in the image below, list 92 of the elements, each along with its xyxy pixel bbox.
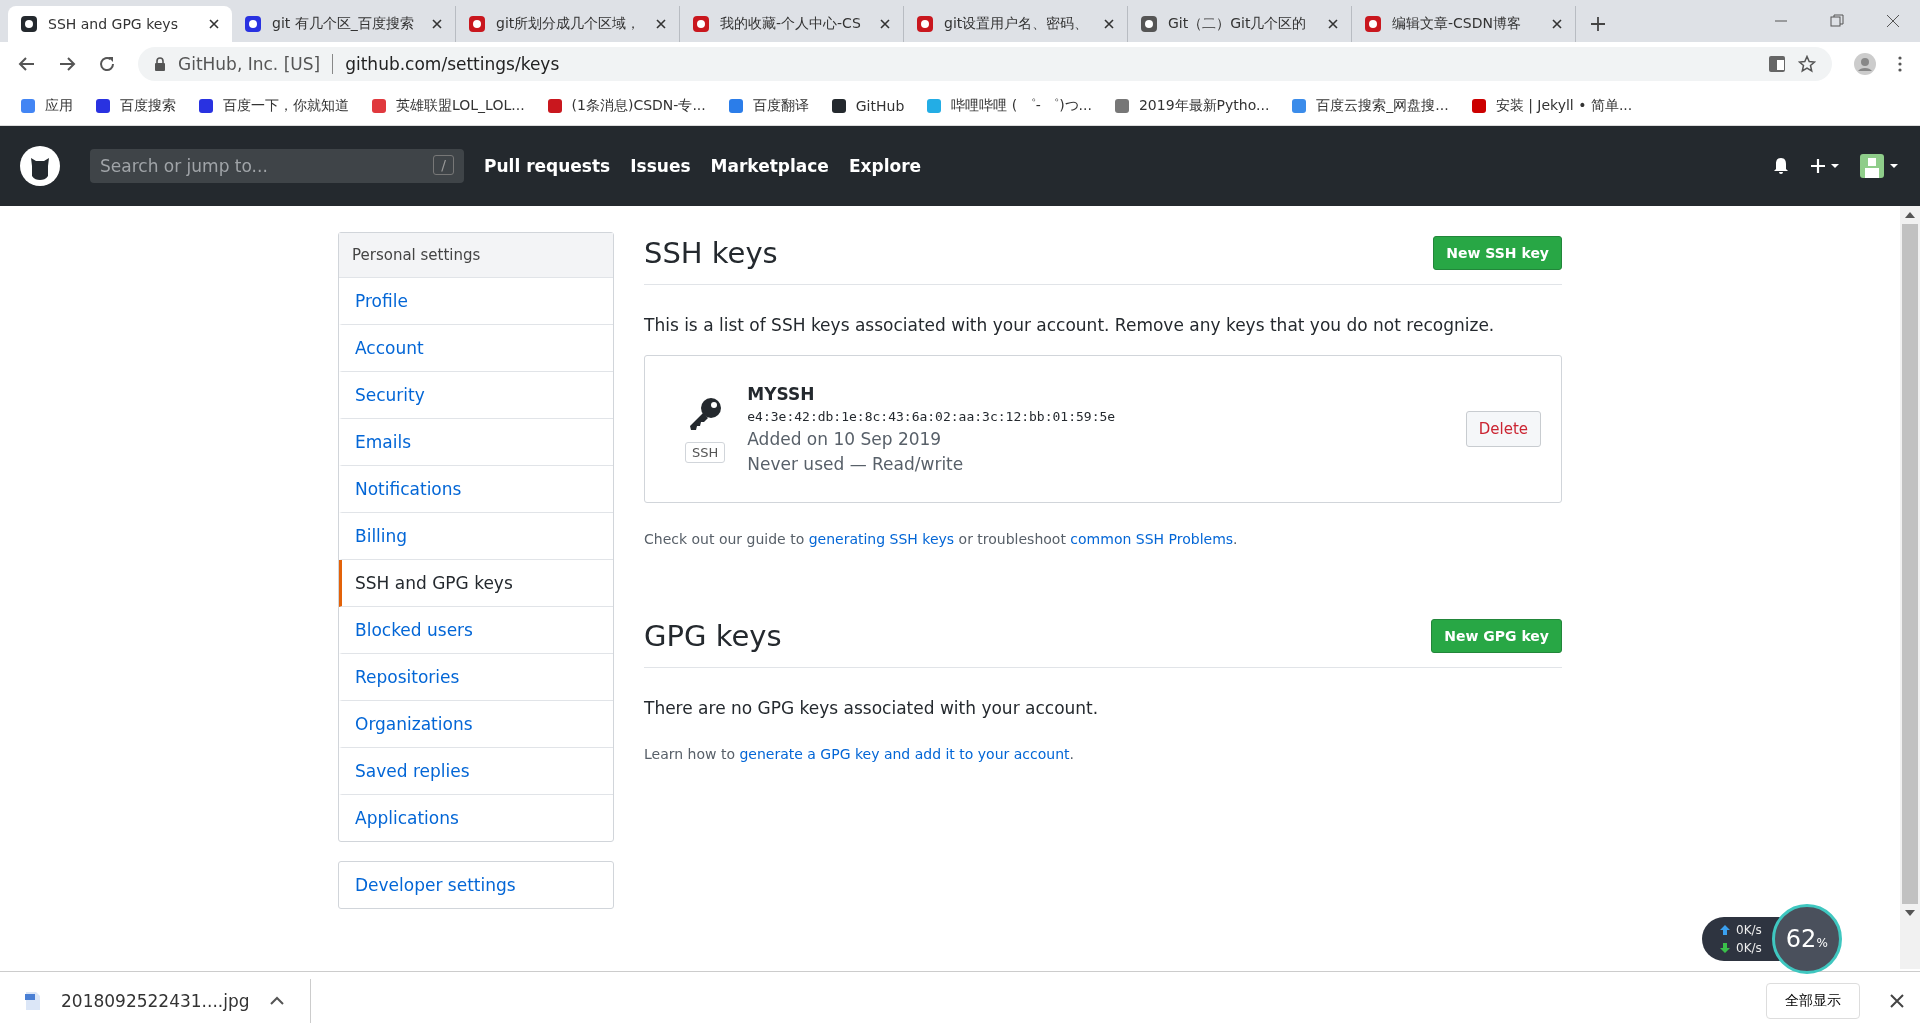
menu-item[interactable]: Applications	[339, 795, 613, 841]
menu-item[interactable]: Account	[339, 325, 613, 372]
bookmark[interactable]: 百度翻译	[727, 96, 809, 115]
download-speed: 0K/s	[1736, 941, 1762, 955]
bookmark[interactable]: 哔哩哔哩 ( ゜- ゜)つ...	[926, 96, 1092, 115]
key-title: MYSSH	[747, 384, 816, 404]
bookmark[interactable]: 百度一下，你就知道	[198, 96, 349, 115]
delete-button[interactable]: Delete	[1465, 411, 1541, 447]
nav-link[interactable]: Issues	[630, 156, 691, 176]
menu-heading: Personal settings	[339, 233, 613, 278]
menu-item[interactable]: Developer settings	[339, 862, 613, 908]
bookmark[interactable]: 2019年最新Pytho...	[1113, 96, 1270, 115]
nav-link[interactable]: Pull requests	[484, 156, 611, 176]
avatar-dropdown-icon[interactable]	[1860, 154, 1900, 178]
close-icon[interactable]	[431, 18, 443, 30]
help-text: Learn how to generate a GPG key and add it to your account.	[644, 746, 1075, 762]
section-title: GPG keys	[644, 619, 782, 653]
close-icon[interactable]	[655, 18, 667, 30]
menu-item[interactable]: Billing	[339, 513, 613, 560]
usage-percent: 62	[1785, 925, 1817, 953]
close-icon[interactable]	[1327, 18, 1339, 30]
close-icon[interactable]	[1551, 18, 1563, 30]
help-link[interactable]: generate a GPG key and add it to your account	[739, 746, 1070, 762]
menu-item[interactable]: Security	[339, 372, 613, 419]
more-icon[interactable]	[1898, 56, 1902, 72]
help-text: Check out our guide to generating SSH keys or troubleshoot common SSH Problems.	[644, 531, 1239, 547]
menu-item[interactable]: Repositories	[339, 654, 613, 701]
bookmark[interactable]: GitHub	[830, 97, 905, 114]
upload-speed: 0K/s	[1736, 923, 1762, 937]
scroll-down-icon[interactable]	[1905, 910, 1915, 916]
menu-item[interactable]: Blocked users	[339, 607, 613, 654]
site-info: GitHub, Inc. [US]	[178, 54, 321, 74]
fingerprint-text: e4:3e:42:db:1e:8c:43:6a:02:aa:3c:12:bb:01:59:5e	[747, 409, 1117, 424]
key-icon	[687, 395, 724, 432]
menu-item[interactable]: Profile	[339, 278, 613, 325]
added-date: Added on 10 Sep 2019	[747, 429, 943, 449]
close-icon[interactable]	[208, 18, 220, 30]
tab-title: git设置用户名、密码、	[944, 15, 1090, 33]
description-text: This is a list of SSH keys associated with your account. Remove any keys that you do not recognize.	[644, 315, 1496, 335]
nav-link[interactable]: Explore	[848, 156, 922, 176]
profile-icon[interactable]	[1854, 53, 1876, 75]
tab-title: 编辑文章-CSDN博客	[1392, 15, 1522, 33]
menu-item[interactable]: Notifications	[339, 466, 613, 513]
star-icon[interactable]	[1798, 55, 1816, 73]
address-bar[interactable]: GitHub, Inc. [US] github.com/settings/keys	[138, 47, 1832, 81]
bookmark[interactable]: 英雄联盟LOL_LOL...	[371, 96, 525, 115]
help-link[interactable]: generating SSH keys	[808, 531, 955, 547]
percent-sign: %	[1816, 936, 1828, 950]
lock-icon	[154, 57, 166, 71]
back-icon[interactable]	[18, 55, 36, 73]
key-type-label: SSH	[685, 441, 726, 463]
bookmark[interactable]: 百度云搜索_网盘搜...	[1291, 96, 1449, 115]
browser-tab[interactable]: SSH and GPG keys	[8, 6, 232, 42]
tab-title: 我的收藏-个人中心-CS	[720, 15, 862, 33]
scrollbar[interactable]	[1900, 206, 1920, 969]
menu-item[interactable]: Emails	[339, 419, 613, 466]
shortcut-key: /	[433, 155, 454, 175]
nav-link[interactable]: Marketplace	[710, 156, 829, 176]
close-icon[interactable]	[1890, 994, 1904, 1008]
menu-item[interactable]: SSH and GPG keys	[339, 560, 613, 607]
image-file-icon	[25, 991, 41, 1011]
download-item[interactable]: 2018092522431....jpg	[25, 979, 311, 1023]
download-arrow-icon	[1720, 943, 1730, 953]
close-icon[interactable]	[1886, 14, 1900, 28]
tab-title: git 有几个区_百度搜索	[272, 15, 415, 33]
bookmark[interactable]: 百度搜索	[95, 96, 176, 115]
empty-message: There are no GPG keys associated with your account.	[644, 698, 1100, 718]
bookmark[interactable]: 应用	[20, 96, 73, 115]
menu-item[interactable]: Organizations	[339, 701, 613, 748]
bookmark[interactable]: 安装 | Jekyll • 简单...	[1470, 96, 1633, 115]
restore-icon[interactable]	[1830, 14, 1844, 28]
url-text: github.com/settings/keys	[345, 54, 560, 74]
close-icon[interactable]	[1103, 18, 1115, 30]
github-logo-icon[interactable]	[20, 146, 60, 186]
tab-title: git所划分成几个区域，	[496, 15, 642, 33]
usage-text: Never used — Read/write	[747, 454, 965, 474]
scrollbar-thumb[interactable]	[1902, 224, 1918, 904]
scroll-up-icon[interactable]	[1905, 212, 1915, 218]
section-title: SSH keys	[644, 236, 778, 270]
tab-title: SSH and GPG keys	[48, 16, 179, 32]
new-tab-icon[interactable]	[1590, 16, 1606, 32]
reload-icon[interactable]	[98, 55, 116, 73]
show-all-button[interactable]: 全部显示	[1766, 983, 1860, 1019]
menu-item[interactable]: Saved replies	[339, 748, 613, 795]
forward-icon[interactable]	[58, 55, 76, 73]
close-icon[interactable]	[879, 18, 891, 30]
plus-dropdown-icon[interactable]	[1810, 157, 1840, 175]
tab-title: Git（二）Git几个区的	[1168, 15, 1308, 33]
bell-icon[interactable]	[1772, 156, 1790, 176]
upload-arrow-icon	[1720, 925, 1730, 935]
bookmark[interactable]: (1条消息)CSDN-专...	[546, 96, 706, 115]
caret-up-icon[interactable]	[269, 996, 284, 1006]
